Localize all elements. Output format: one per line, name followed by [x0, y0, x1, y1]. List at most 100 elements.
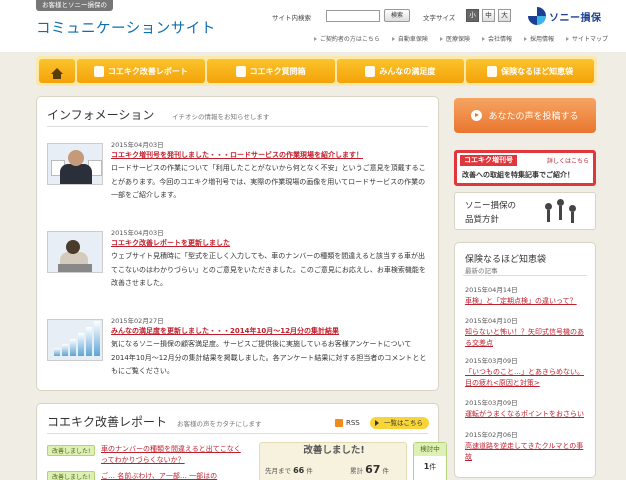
info-entry-date: 2015年04月03日 [111, 229, 164, 237]
nav-item-label: 保険なるほど知恵袋 [501, 66, 574, 76]
info-entry-body: ウェブサイト見積時に「型式を正しく入力しても、車のナンバーの種類を間違えると該当… [111, 252, 426, 287]
stats-total-label: 累計 [350, 467, 363, 475]
information-panel: インフォメーション イチオシの情報をお知らせします 2015年04月03日 コエ… [36, 96, 439, 391]
report-row: 改善しました! [47, 445, 96, 456]
info-entry-title-link[interactable]: みんなの満足度を更新しました・・・2014年10月～12月分の集計結果 [111, 326, 339, 336]
nav-item-question-box[interactable]: コエキク質問箱 [206, 59, 335, 83]
utility-link-recruit[interactable]: 採用情報 [524, 34, 554, 43]
wisdom-article: 2015年03月09日 運転がうまくなるポイントをおさらい [465, 397, 589, 420]
font-size-label: 文字サイズ [423, 14, 456, 22]
quality-policy-banner[interactable]: ソニー損保の 品質方針 [454, 192, 596, 230]
nav-item-label: コエキク改善レポート [107, 66, 188, 76]
stats-previous-month: 先月まで 66 件 [265, 465, 313, 475]
sony-sonpo-logo-icon [528, 7, 546, 25]
info-entry-thumbnail[interactable] [47, 143, 103, 185]
info-entry-title-link[interactable]: コエキク改善レポートを更新しました [111, 238, 230, 248]
utility-link-contract[interactable]: ご契約者の方はこちら [314, 34, 380, 43]
wisdom-article-link[interactable]: 運転がうまくなるポイントをおさらい [465, 409, 589, 420]
quality-line-1: ソニー損保の [465, 201, 517, 211]
report-icon [93, 65, 104, 77]
global-nav: コエキク改善レポート コエキク質問箱 みんなの満足度 保険なるほど知恵袋 [36, 56, 597, 86]
nav-item-label: みんなの満足度 [379, 66, 436, 76]
improved-badge: 改善しました! [47, 471, 96, 480]
under-review-label: 検討中 [414, 443, 446, 456]
stats-total-value: 67 [365, 463, 381, 476]
post-voice-label: あなたの声を投稿する [488, 112, 579, 122]
post-voice-button[interactable]: あなたの声を投稿する [454, 98, 596, 133]
wisdom-bag-title: 保険なるほど知恵袋 [465, 255, 547, 265]
wisdom-article-link[interactable]: 知らないと怖い！？矢印式信号機のある交差点 [465, 327, 589, 349]
information-subtitle: イチオシの情報をお知らせします [172, 113, 270, 121]
site-tagline: お客様とソニー損保の [36, 0, 113, 11]
divider [463, 275, 587, 276]
rss-link[interactable]: RSS [335, 419, 360, 427]
site-title[interactable]: コミュニケーションサイト [36, 17, 216, 38]
wisdom-bag-subtitle: 最新の記事 [465, 267, 498, 275]
font-size-small-button[interactable]: 小 [466, 9, 479, 22]
divider [47, 433, 428, 434]
report-row: 改善しました! [47, 471, 96, 480]
rss-label: RSS [346, 419, 360, 427]
stats-previous-label: 先月まで [265, 467, 291, 475]
site-header: お客様とソニー損保の コミュニケーションサイト サイト内検索 検索 文字サイズ … [0, 0, 626, 52]
wisdom-bag-panel: 保険なるほど知恵袋 最新の記事 2015年04月14日 車検」と「定期点検」の違… [454, 242, 596, 478]
brand-name: ソニー損保 [549, 12, 602, 24]
stats-unit: 件 [382, 467, 389, 475]
info-entry-thumbnail[interactable] [47, 231, 103, 273]
site-search-label: サイト内検索 [272, 14, 311, 22]
info-entry-date: 2015年02月27日 [111, 317, 164, 325]
wisdom-article-link[interactable]: 「いつものこと…」とあきらめない。目の疲れ<原因と対策> [465, 367, 589, 389]
font-size-medium-button[interactable]: 中 [482, 9, 495, 22]
improvement-stats: 改善しました! 先月まで 66 件 累計 67 件 [259, 442, 407, 480]
nav-item-wisdom-bag[interactable]: 保険なるほど知恵袋 [466, 59, 594, 83]
wisdom-article-date: 2015年04月10日 [465, 317, 518, 325]
kohyo-special-banner[interactable]: コエキク増刊号 詳しくはこちら 改善への取組を特集記事でご紹介！ [454, 150, 596, 186]
utility-link-medical-insurance[interactable]: 医療保険 [440, 34, 470, 43]
site-search-input[interactable] [326, 10, 380, 22]
info-entry-body: 気になるソニー損保の顧客満足度。サービスご提供後に実施しているお客様アンケートに… [111, 340, 427, 375]
nav-home-button[interactable] [39, 59, 75, 83]
arrow-circle-icon [471, 110, 483, 121]
info-entry-body: ロードサービスの作業について「利用したことがないから何となく不安」というご意見を… [111, 164, 426, 199]
wisdom-article: 2015年02月06日 高速道路を逆走してきたクルマとの事故 [465, 429, 589, 463]
report-list-button[interactable]: 一覧はこちら [370, 417, 429, 429]
improved-badge: 改善しました! [47, 445, 96, 456]
page-root: お客様とソニー損保の コミュニケーションサイト サイト内検索 検索 文字サイズ … [0, 0, 626, 480]
sony-sonpo-logo[interactable]: ソニー損保 [528, 7, 602, 25]
info-entry-title-link[interactable]: コエキク増刊号を発刊しました・・・ロードサービスの作業現場を紹介します！ [111, 150, 363, 160]
rss-icon [335, 419, 343, 427]
wisdom-article-link[interactable]: 車検」と「定期点検」の違いって？ [465, 296, 589, 307]
utility-link-company[interactable]: 会社情報 [482, 34, 512, 43]
wisdom-article-date: 2015年03月09日 [465, 357, 518, 365]
nav-item-label: コエキク質問箱 [249, 66, 306, 76]
home-icon [51, 68, 63, 79]
question-box-icon [235, 65, 246, 77]
report-row-link[interactable]: 車のナンバーの種類を間違えると出てこなくってわかりづらくないか？ [101, 444, 241, 466]
under-review-count: 1件 [414, 462, 446, 472]
wisdom-article: 2015年03月09日 「いつものこと…」とあきらめない。目の疲れ<原因と対策> [465, 355, 589, 389]
utility-nav: ご契約者の方はこちら 自動車保険 医療保険 会社情報 採用情報 サイトマップ [314, 34, 608, 43]
satisfaction-icon [365, 65, 376, 77]
under-review-unit: 件 [429, 463, 437, 471]
kaizen-report-panel: コエキク改善レポート お客様の声をカタチにします RSS 一覧はこちら 改善しま… [36, 403, 447, 480]
wisdom-article-date: 2015年02月06日 [465, 431, 518, 439]
information-title: インフォメーション [47, 108, 155, 122]
divider [47, 126, 428, 127]
search-button[interactable]: 検索 [384, 9, 410, 22]
wisdom-article-date: 2015年03月09日 [465, 399, 518, 407]
people-illustration-icon [541, 197, 581, 227]
info-entry-thumbnail[interactable] [47, 319, 103, 361]
nav-item-kaizen-report[interactable]: コエキク改善レポート [77, 59, 205, 83]
kohyo-more-link[interactable]: 詳しくはこちら [547, 156, 589, 165]
under-review-stats: 検討中 1件 [413, 442, 447, 480]
wisdom-article-date: 2015年04月14日 [465, 286, 518, 294]
stats-unit: 件 [306, 467, 313, 475]
wisdom-article-link[interactable]: 高速道路を逆走してきたクルマとの事故 [465, 441, 589, 463]
utility-link-sitemap[interactable]: サイトマップ [566, 34, 608, 43]
utility-link-auto-insurance[interactable]: 自動車保険 [392, 34, 428, 43]
report-title: コエキク改善レポート [47, 415, 168, 429]
report-row-link[interactable]: ご… 名前ぶわけ、ア一部… 一部はの [101, 471, 241, 480]
nav-item-satisfaction[interactable]: みんなの満足度 [336, 59, 465, 83]
info-entry-date: 2015年04月03日 [111, 141, 164, 149]
font-size-large-button[interactable]: 大 [498, 9, 511, 22]
